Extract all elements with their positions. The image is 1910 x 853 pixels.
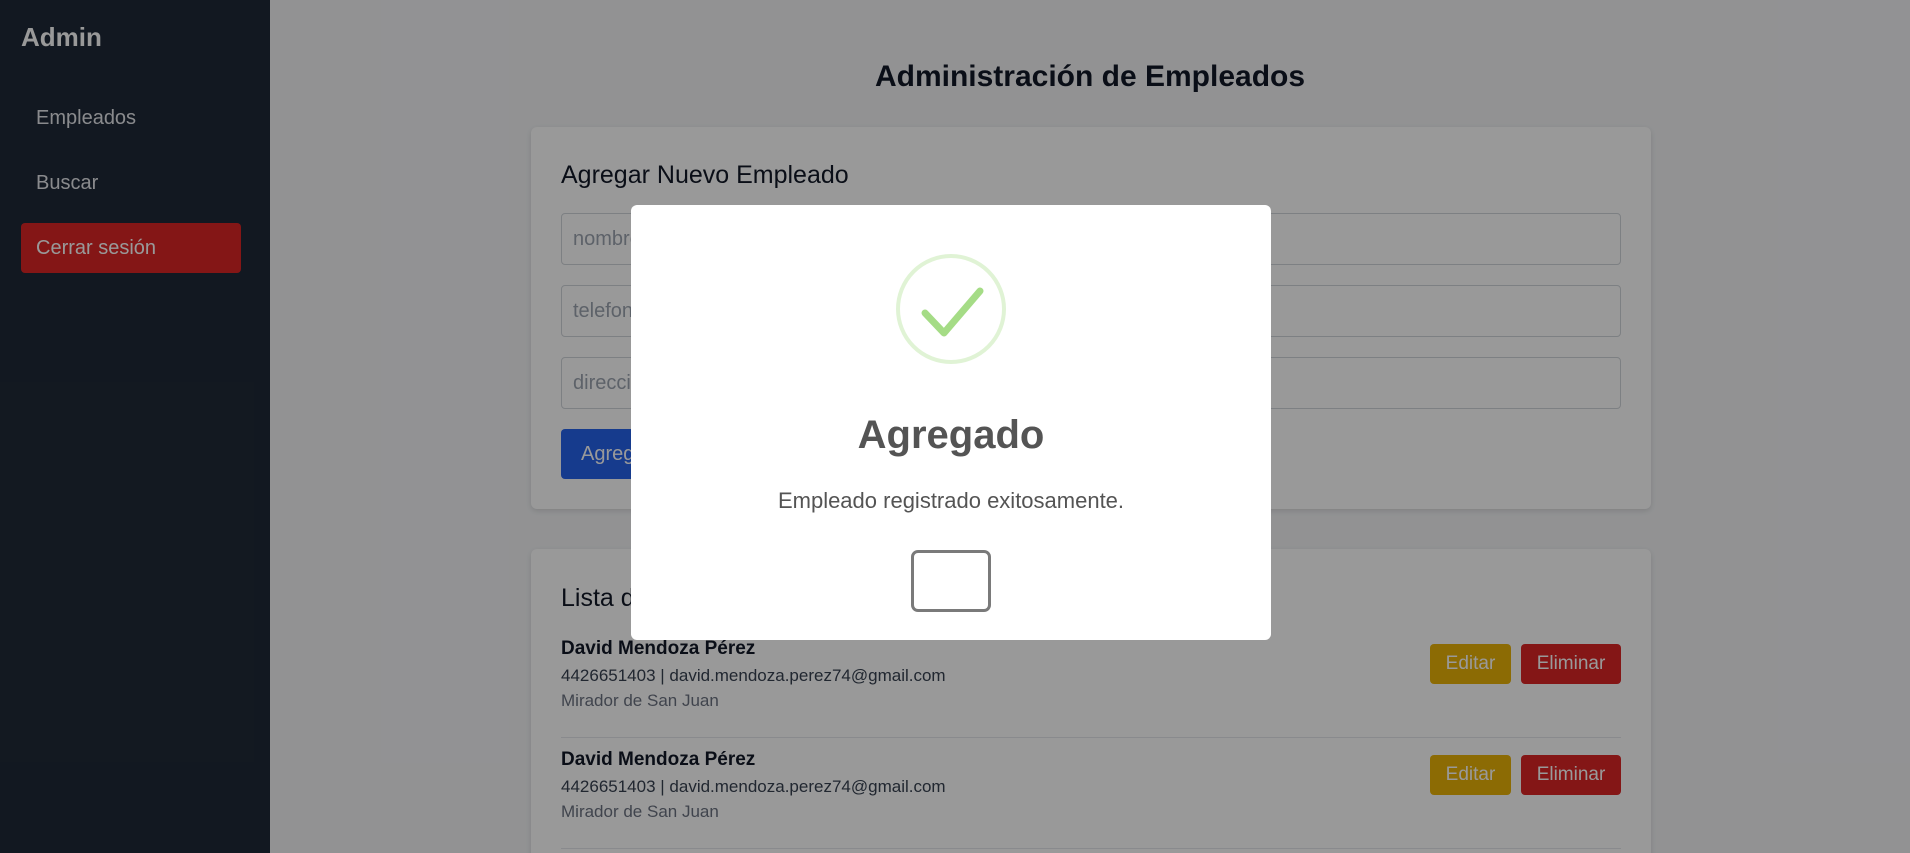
confirm-button[interactable] [911, 550, 991, 612]
dialog-title: Agregado [857, 413, 1045, 457]
success-check-icon [896, 254, 1006, 364]
dialog-message: Empleado registrado exitosamente. [777, 488, 1125, 513]
success-dialog: Agregado Empleado registrado exitosament… [631, 205, 1271, 640]
